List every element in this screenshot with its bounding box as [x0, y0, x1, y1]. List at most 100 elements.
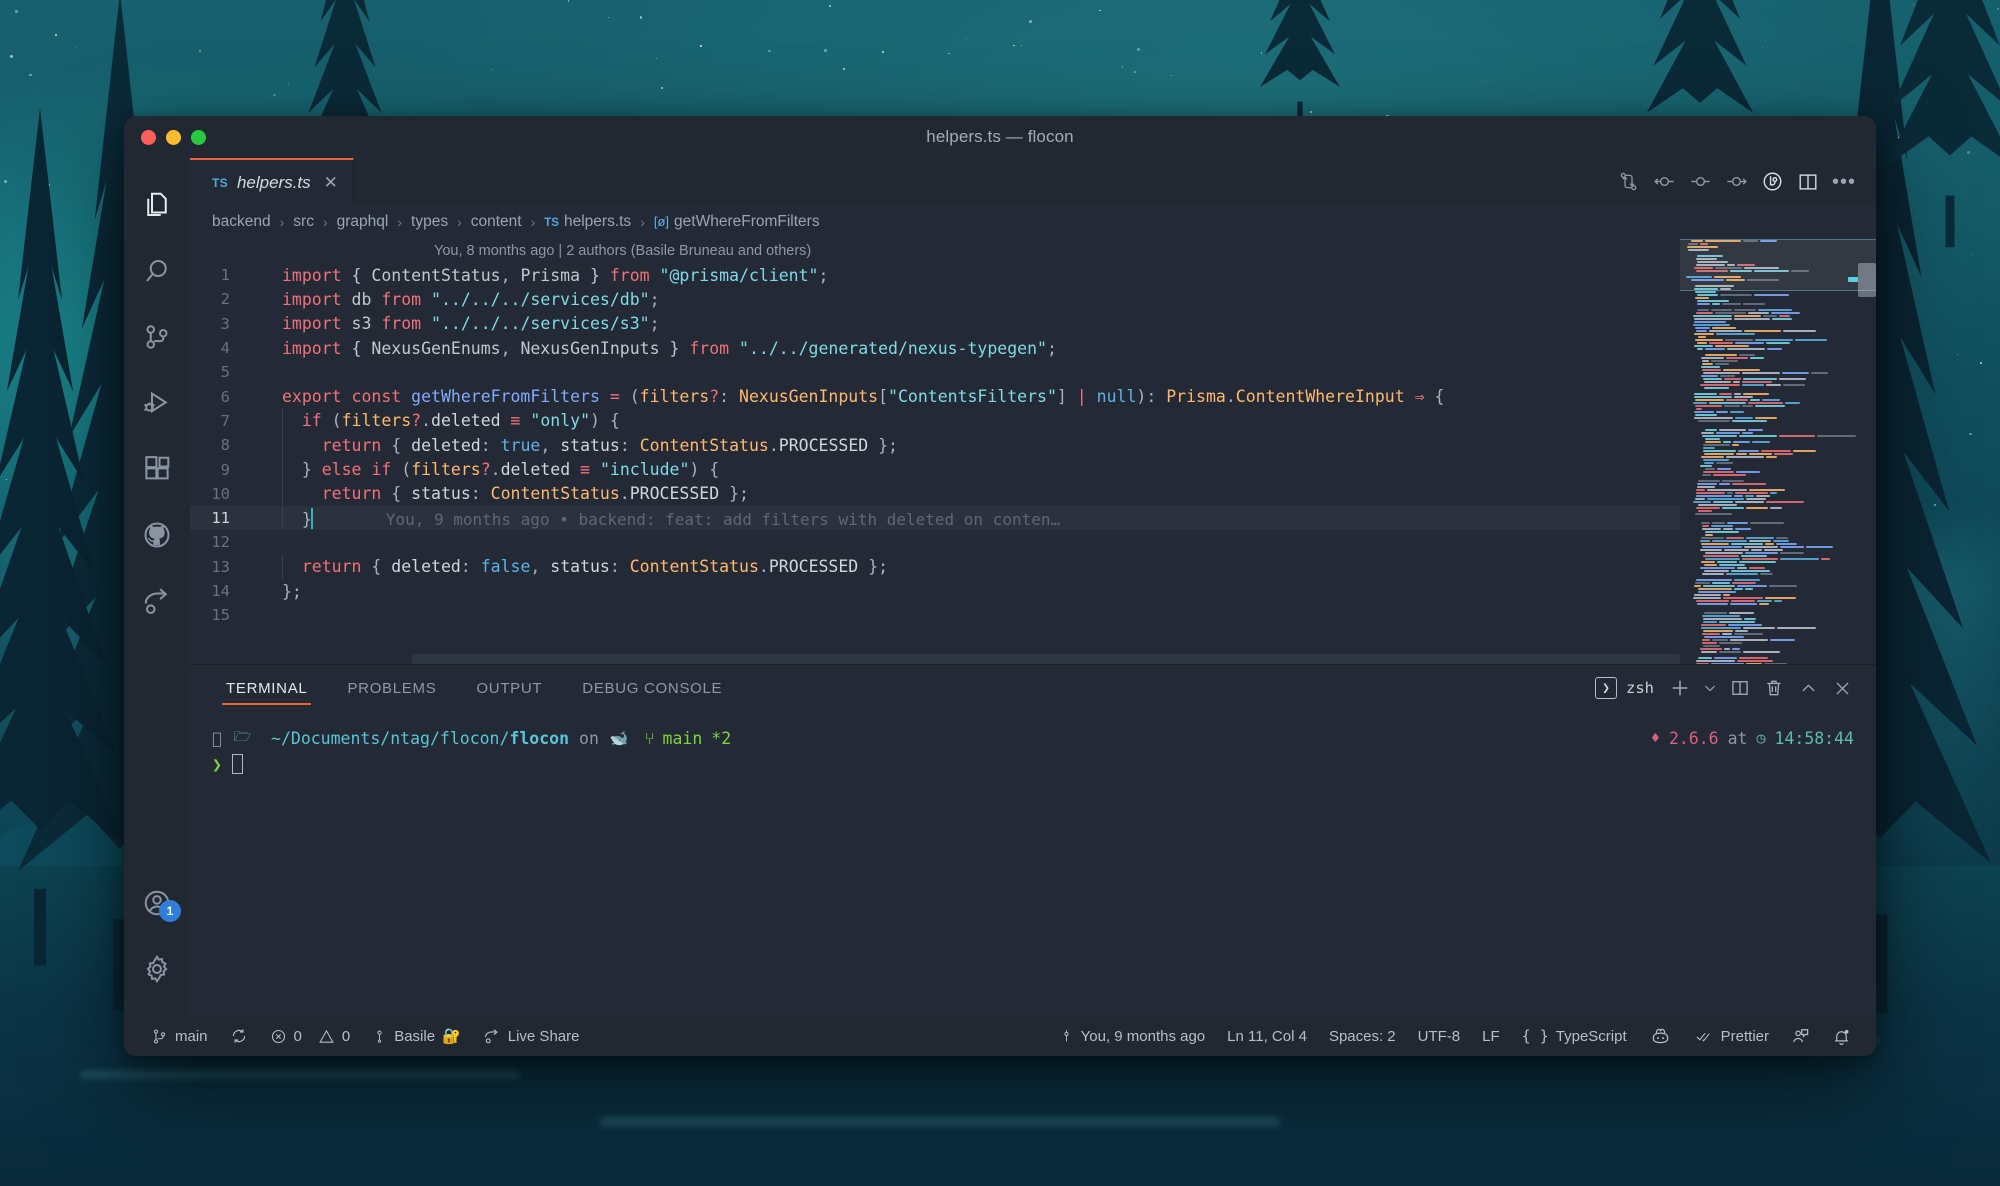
activity-item-explorer[interactable] — [124, 172, 190, 238]
code-line[interactable]: 2 import db from "../../../services/db"; — [190, 287, 1876, 311]
activity-item-search[interactable] — [124, 238, 190, 304]
breadcrumb-item-symbol[interactable]: [ø] getWhereFromFilters — [654, 213, 820, 231]
kill-terminal-button[interactable] — [1758, 665, 1790, 711]
minimap-segment — [1695, 506, 1721, 509]
terminal-selector[interactable]: ❯ zsh — [1587, 677, 1662, 699]
minimap-segment — [1730, 542, 1763, 545]
status-cursor-position[interactable]: Ln 11, Col 4 — [1216, 1016, 1318, 1056]
close-icon[interactable]: ✕ — [324, 174, 338, 191]
activity-item-accounts[interactable]: 1 — [124, 870, 190, 936]
status-language-mode[interactable]: { } TypeScript — [1511, 1016, 1638, 1056]
minimap-segment — [1734, 341, 1765, 344]
close-window-button[interactable] — [141, 129, 156, 145]
status-live-share[interactable]: Live Share — [472, 1016, 591, 1056]
breadcrumb-item-types[interactable]: types — [411, 213, 448, 231]
minimize-window-button[interactable] — [166, 129, 181, 145]
status-prettier[interactable]: Prettier — [1683, 1016, 1780, 1056]
code-line[interactable]: 6 export const getWhereFromFilters = (fil… — [190, 384, 1876, 408]
change-indicator[interactable] — [1682, 158, 1718, 205]
editor-horizontal-scrollbar[interactable] — [412, 654, 1680, 664]
more-actions-button[interactable]: ••• — [1826, 158, 1862, 205]
minimap-segment — [1779, 557, 1820, 560]
split-editor-button[interactable] — [1790, 158, 1826, 205]
status-file-blame[interactable]: You, 9 months ago — [1048, 1016, 1217, 1056]
tab-helpers-ts[interactable]: TS helpers.ts ✕ — [190, 158, 354, 205]
minimap-segment — [1729, 611, 1754, 614]
open-changes-button[interactable] — [1610, 158, 1646, 205]
code-line[interactable]: 5 — [190, 360, 1876, 384]
code-token: . — [768, 435, 779, 455]
apple-icon:  — [212, 728, 222, 748]
status-account[interactable]: Basile 🔐 — [361, 1016, 472, 1056]
activity-item-source-control[interactable] — [124, 304, 190, 370]
minimap-segment — [1745, 497, 1767, 500]
code-line[interactable]: 10 return { status: ContentStatus.PROCES… — [190, 481, 1876, 506]
status-encoding[interactable]: UTF-8 — [1407, 1016, 1472, 1056]
maximize-panel-button[interactable] — [1792, 665, 1824, 711]
minimap-segment — [1704, 440, 1721, 443]
activity-item-live-share[interactable] — [124, 568, 190, 634]
minimap-slider[interactable] — [1858, 263, 1876, 297]
code-line[interactable]: 1 import { ContentStatus, Prisma } from "… — [190, 263, 1876, 287]
status-problems[interactable]: 0 0 — [259, 1016, 362, 1056]
status-indentation[interactable]: Spaces: 2 — [1318, 1016, 1407, 1056]
breadcrumb-separator: › — [322, 214, 328, 230]
minimap-segment — [1774, 452, 1794, 455]
code-line[interactable]: 12 — [190, 530, 1876, 554]
terminal-output[interactable]:  🗁 ~/Documents/ntag/flocon/flocon on 🐋 … — [190, 711, 1876, 1016]
status-sync[interactable] — [219, 1016, 259, 1056]
breadcrumb-item-helpers-ts[interactable]: TS helpers.ts — [544, 213, 631, 231]
breadcrumb-item-content[interactable]: content — [471, 213, 522, 231]
code-line[interactable]: 15 — [190, 603, 1876, 627]
code-token: } — [580, 265, 610, 285]
activity-item-manage[interactable] — [124, 936, 190, 1002]
minimap-segment — [1703, 371, 1740, 374]
tab-output[interactable]: OUTPUT — [462, 665, 556, 711]
code-line[interactable]: 4 import { NexusGenEnums, NexusGenInputs … — [190, 336, 1876, 360]
vscode-window: helpers.ts — flocon 1 TS helpers.ts ✕ ••… — [124, 116, 1876, 1056]
minimap-segment — [1695, 491, 1725, 494]
split-editor-icon — [1799, 173, 1817, 190]
code-text: return { deleted: false, status: Content… — [256, 557, 888, 576]
status-eol[interactable]: LF — [1471, 1016, 1511, 1056]
code-token: { — [381, 435, 412, 455]
status-branch[interactable]: main — [140, 1016, 219, 1056]
close-panel-button[interactable] — [1826, 665, 1858, 711]
activity-item-run-and-debug[interactable] — [124, 370, 190, 436]
previous-change-button[interactable] — [1646, 158, 1682, 205]
next-change-button[interactable] — [1718, 158, 1754, 205]
file-history-button[interactable] — [1754, 158, 1790, 205]
minimap-segment — [1756, 599, 1773, 602]
split-terminal-button[interactable] — [1724, 665, 1756, 711]
code-line[interactable]: 14}; — [190, 579, 1876, 603]
breadcrumb-item-src[interactable]: src — [293, 213, 314, 231]
minimap[interactable] — [1680, 239, 1876, 664]
code-token: ( — [321, 411, 342, 431]
terminal-dropdown-button[interactable] — [1698, 665, 1722, 711]
minimap-segment — [1696, 602, 1729, 605]
activity-item-extensions[interactable] — [124, 436, 190, 502]
code-line[interactable]: 3 import s3 from "../../../services/s3"; — [190, 312, 1876, 336]
minimap-viewport[interactable] — [1680, 239, 1876, 291]
status-feedback[interactable] — [1780, 1016, 1821, 1056]
code-lines[interactable]: 1 import { ContentStatus, Prisma } from "… — [190, 263, 1876, 627]
code-line[interactable]: 11 } You, 9 months ago • backend: feat: a… — [190, 505, 1876, 531]
terminal-path-prefix: ~/Documents/ntag/flocon/ — [271, 728, 510, 748]
terminal-input-line[interactable]: ❯ — [212, 751, 1854, 777]
status-notifications[interactable] — [1821, 1016, 1862, 1056]
tab-problems[interactable]: PROBLEMS — [333, 665, 450, 711]
code-line[interactable]: 7 if (filters?.deleted ≡ "only") { — [190, 408, 1876, 434]
activity-item-github[interactable] — [124, 502, 190, 568]
code-line[interactable]: 8 return { deleted: true, status: Conten… — [190, 433, 1876, 458]
tab-terminal[interactable]: TERMINAL — [212, 665, 321, 711]
breadcrumb-item-graphql[interactable]: graphql — [337, 213, 389, 231]
code-line[interactable]: 13 return { deleted: false, status: Cont… — [190, 554, 1876, 579]
status-copilot[interactable] — [1638, 1016, 1683, 1056]
tab-debug-console[interactable]: DEBUG CONSOLE — [568, 665, 736, 711]
code-line[interactable]: 9 } else if (filters?.deleted ≡ "include… — [190, 457, 1876, 482]
maximize-window-button[interactable] — [191, 129, 206, 145]
breadcrumb-item-backend[interactable]: backend — [212, 213, 271, 231]
new-terminal-button[interactable] — [1664, 665, 1696, 711]
code-editor[interactable]: You, 8 months ago | 2 authors (Basile Br… — [190, 239, 1876, 664]
github-icon — [144, 522, 170, 548]
